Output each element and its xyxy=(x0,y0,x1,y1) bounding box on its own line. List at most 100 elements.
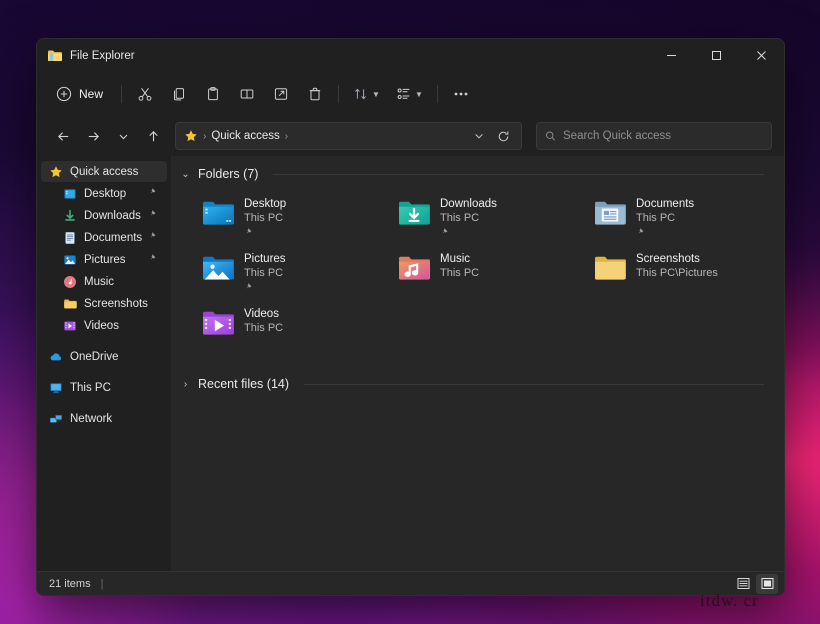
folder-icon xyxy=(63,297,77,311)
sidebar-item-onedrive[interactable]: OneDrive xyxy=(41,346,167,367)
item-count-label: 21 items xyxy=(49,578,91,590)
sidebar-item-label: Downloads xyxy=(84,210,141,222)
sidebar-item-this-pc[interactable]: This PC xyxy=(41,377,167,398)
copy-icon xyxy=(171,86,187,102)
forward-arrow-icon xyxy=(86,129,101,144)
back-button[interactable] xyxy=(49,122,77,150)
trash-icon xyxy=(307,86,323,102)
star-icon xyxy=(184,129,198,143)
recent-locations-button[interactable] xyxy=(109,122,137,150)
pin-icon xyxy=(440,227,451,238)
folder-tile[interactable]: DownloadsThis PC xyxy=(394,191,590,245)
plus-circle-icon xyxy=(56,86,72,102)
close-button[interactable] xyxy=(739,39,784,72)
sidebar-item-label: OneDrive xyxy=(70,351,119,363)
folders-group-title: Folders (7) xyxy=(198,167,258,181)
more-button[interactable] xyxy=(444,79,478,109)
folder-tile-location: This PC xyxy=(440,266,479,280)
desktop-icon xyxy=(63,187,77,201)
address-bar[interactable]: › Quick access › xyxy=(175,122,522,150)
minimize-button[interactable] xyxy=(649,39,694,72)
sidebar-item-screenshots[interactable]: Screenshots xyxy=(41,293,167,314)
pin-icon xyxy=(148,209,159,220)
nav-group-gap xyxy=(37,399,171,408)
refresh-button[interactable] xyxy=(491,124,515,148)
network-icon xyxy=(49,412,63,426)
sidebar-item-label: This PC xyxy=(70,382,111,394)
sort-button[interactable]: ▼ xyxy=(345,79,388,109)
chevron-down-icon xyxy=(117,130,130,143)
chevron-down-icon: ▼ xyxy=(372,90,380,99)
sidebar-item-label: Network xyxy=(70,413,112,425)
folder-tile[interactable]: DesktopThis PC xyxy=(198,191,394,245)
folder-tile[interactable]: MusicThis PC xyxy=(394,246,590,300)
breadcrumb-separator-2[interactable]: › xyxy=(285,131,288,142)
chevron-down-icon: ▼ xyxy=(415,90,423,99)
watermark-text: itdw. cr xyxy=(700,591,759,611)
videos-folder-icon xyxy=(202,307,234,339)
folder-tile[interactable]: DocumentsThis PC xyxy=(590,191,784,245)
folder-tile-info: VideosThis PC xyxy=(244,306,283,335)
maximize-button[interactable] xyxy=(694,39,739,72)
folders-group-header[interactable]: ⌄ Folders (7) xyxy=(180,163,784,185)
chevron-down-icon[interactable]: ⌄ xyxy=(180,169,191,180)
search-input[interactable] xyxy=(563,130,763,142)
folder-tile[interactable]: ScreenshotsThis PC\Pictures xyxy=(590,246,784,300)
icons-view-button[interactable] xyxy=(756,574,778,594)
search-icon xyxy=(545,130,556,142)
delete-button[interactable] xyxy=(298,79,332,109)
folder-icon xyxy=(47,48,63,64)
forward-button[interactable] xyxy=(79,122,107,150)
sidebar-item-downloads[interactable]: Downloads xyxy=(41,205,167,226)
title-bar[interactable]: File Explorer xyxy=(37,39,784,72)
view-button[interactable]: ▼ xyxy=(388,79,431,109)
sidebar-item-network[interactable]: Network xyxy=(41,408,167,429)
documents-icon xyxy=(63,231,77,245)
content-pane[interactable]: ⌄ Folders (7) DesktopThis PCDownloadsThi… xyxy=(172,156,784,571)
sidebar-item-label: Desktop xyxy=(84,188,126,200)
large-icon-view xyxy=(760,576,775,591)
folder-tile-name: Desktop xyxy=(244,197,286,211)
sidebar-item-music[interactable]: Music xyxy=(41,271,167,292)
folder-tile[interactable]: VideosThis PC xyxy=(198,301,394,355)
sidebar-item-label: Quick access xyxy=(70,166,138,178)
share-button[interactable] xyxy=(264,79,298,109)
file-explorer-window: File Explorer New xyxy=(36,38,785,596)
sidebar-item-documents[interactable]: Documents xyxy=(41,227,167,248)
share-icon xyxy=(273,86,289,102)
address-bar-row: › Quick access › xyxy=(37,116,784,156)
nav-group-gap xyxy=(37,368,171,377)
group-divider xyxy=(273,174,764,175)
minimize-icon xyxy=(666,50,677,61)
sidebar-item-desktop[interactable]: Desktop xyxy=(41,183,167,204)
paste-button[interactable] xyxy=(196,79,230,109)
folder-tile-info: MusicThis PC xyxy=(440,251,479,280)
back-arrow-icon xyxy=(56,129,71,144)
close-icon xyxy=(756,50,767,61)
cloud-icon xyxy=(49,350,63,364)
breadcrumb-quick-access[interactable]: Quick access xyxy=(211,130,279,142)
maximize-icon xyxy=(711,50,722,61)
search-box[interactable] xyxy=(536,122,772,150)
scissors-icon xyxy=(137,86,153,102)
recent-files-group-header[interactable]: › Recent files (14) xyxy=(180,373,784,395)
new-button[interactable]: New xyxy=(47,79,115,109)
cut-button[interactable] xyxy=(128,79,162,109)
navigation-pane[interactable]: Quick access Desktop Downloads DocumentsPic… xyxy=(37,156,172,571)
folder-tile-name: Documents xyxy=(636,197,694,211)
chevron-right-icon[interactable]: › xyxy=(180,379,191,390)
pin-icon xyxy=(148,187,159,198)
music-folder-icon xyxy=(398,252,430,284)
up-button[interactable] xyxy=(139,122,167,150)
rename-icon xyxy=(239,86,255,102)
pin-icon xyxy=(148,253,159,264)
folder-tile[interactable]: PicturesThis PC xyxy=(198,246,394,300)
address-dropdown-button[interactable] xyxy=(467,124,491,148)
sidebar-item-videos[interactable]: Videos xyxy=(41,315,167,336)
rename-button[interactable] xyxy=(230,79,264,109)
pin-icon xyxy=(244,227,255,238)
sidebar-item-pictures[interactable]: Pictures xyxy=(41,249,167,270)
copy-button[interactable] xyxy=(162,79,196,109)
music-icon xyxy=(63,275,77,289)
sidebar-item-quick-access[interactable]: Quick access xyxy=(41,161,167,182)
